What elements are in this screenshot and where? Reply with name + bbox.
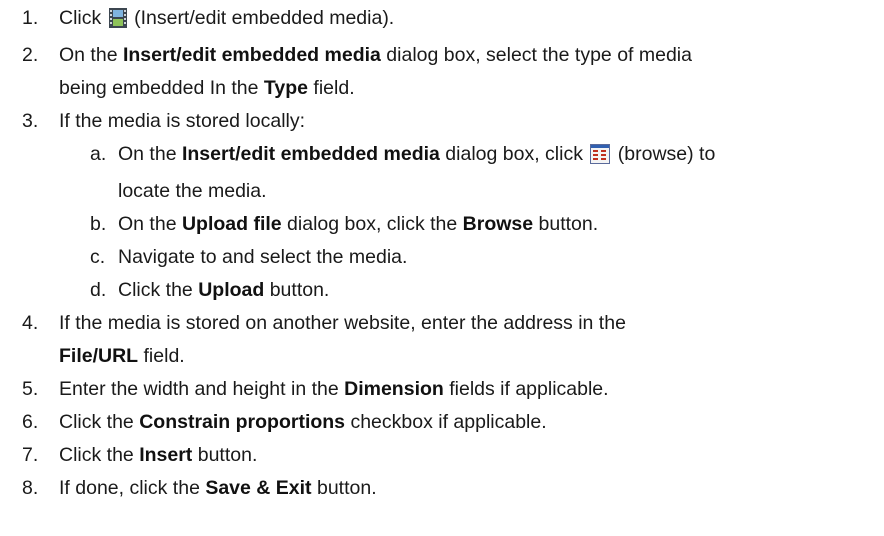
substep-b: b. On the Upload file dialog box, click t… [90,213,599,235]
substep-d: d. Click the Upload button. [90,279,330,301]
step-5: 5. Enter the width and height in the Dime… [22,378,609,400]
substep-a-continued: locate the media. [118,180,267,202]
step-6: 6. Click the Constrain proportions checkb… [22,411,547,433]
substep-a: a. On the Insert/edit embedded media dial… [0,138,884,175]
step-8: 8. If done, click the Save & Exit button. [22,477,377,499]
step-2-continued: being embedded In the Type field. [59,77,355,99]
browse-grid-icon [590,142,611,175]
step-7: 7. Click the Insert button. [22,444,258,466]
film-strip-icon [108,6,127,39]
instructions-list: 1. Click (Insert/edit embedded media). 2.… [0,0,884,536]
substep-c: c. Navigate to and select the media. [90,246,408,268]
step-3: 3. If the media is stored locally: [22,110,306,132]
step-1: 1. Click (Insert/edit embedded media). [0,2,884,39]
step-4: 4. If the media is stored on another webs… [22,312,626,334]
step-4-continued: File/URL field. [59,345,185,367]
step-2: 2. On the Insert/edit embedded media dial… [22,44,692,66]
